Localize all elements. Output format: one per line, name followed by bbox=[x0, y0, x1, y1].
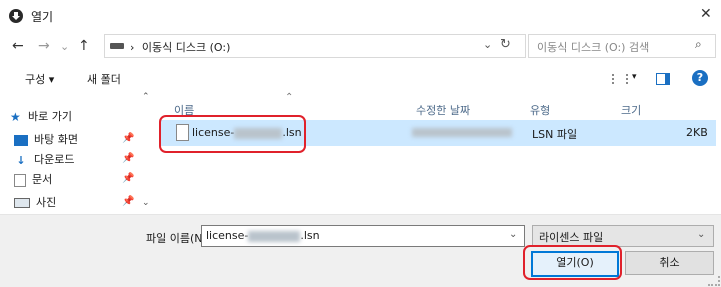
address-dropdown-icon[interactable]: ⌄ bbox=[483, 38, 492, 51]
filetype-value: 라이센스 파일 bbox=[539, 231, 604, 244]
filename-value: license- .lsn bbox=[206, 229, 320, 242]
desktop-icon bbox=[14, 134, 28, 146]
sidebar-item-label: 사진 bbox=[36, 196, 57, 209]
redacted-date bbox=[412, 128, 512, 137]
download-icon: ↓ bbox=[16, 153, 26, 167]
breadcrumb[interactable]: › 이동식 디스크 (O:) bbox=[130, 39, 230, 55]
pin-icon[interactable]: 📌 bbox=[122, 196, 134, 207]
sidebar-item-label: 다운로드 bbox=[34, 153, 75, 166]
up-arrow-icon[interactable]: ↑ bbox=[78, 38, 90, 54]
sidebar-item-quick-access[interactable]: ★ 바로 가기 bbox=[10, 107, 72, 127]
search-placeholder: 이동식 디스크 (O:) 검색 bbox=[537, 41, 650, 54]
star-icon: ★ bbox=[10, 109, 21, 124]
search-icon[interactable]: ⌕ bbox=[695, 37, 702, 52]
sidebar-item-downloads[interactable]: ↓ 다운로드 bbox=[14, 150, 74, 170]
sidebar-item-label: 문서 bbox=[32, 173, 53, 186]
redacted-text bbox=[248, 230, 301, 242]
pin-icon[interactable]: 📌 bbox=[122, 173, 134, 184]
recent-locations-icon[interactable]: ⌄ bbox=[60, 40, 69, 53]
sort-ascending-icon: ⌃ bbox=[285, 92, 294, 103]
file-type: LSN 파일 bbox=[532, 128, 578, 141]
organize-button[interactable]: 구성 ▾ bbox=[25, 71, 54, 87]
breadcrumb-location[interactable]: 이동식 디스크 (O:) bbox=[142, 41, 230, 54]
sidebar-item-pictures[interactable]: 사진 bbox=[14, 193, 56, 213]
highlight-file bbox=[159, 115, 306, 153]
file-list: 이름 ⌃ 수정한 날짜 유형 크기 bbox=[152, 92, 721, 214]
drive-icon bbox=[110, 43, 124, 49]
scroll-down-icon[interactable]: ⌄ bbox=[142, 198, 150, 208]
breadcrumb-separator: › bbox=[130, 41, 135, 54]
back-arrow-icon[interactable]: ← bbox=[12, 38, 24, 54]
forward-arrow-icon[interactable]: → bbox=[38, 38, 50, 54]
new-folder-button[interactable]: 새 폴더 bbox=[87, 71, 121, 87]
chevron-down-icon[interactable]: ⌄ bbox=[697, 229, 705, 240]
address-bar[interactable]: › 이동식 디스크 (O:) ⌄ ↻ bbox=[104, 34, 526, 58]
pin-icon[interactable]: 📌 bbox=[122, 153, 134, 164]
help-icon[interactable]: ? bbox=[692, 70, 708, 86]
filename-input[interactable]: license- .lsn ⌄ bbox=[201, 225, 525, 247]
column-header-modified[interactable]: 수정한 날짜 bbox=[416, 102, 470, 118]
title-bar: 열기 ✕ bbox=[0, 0, 721, 32]
document-icon bbox=[14, 173, 26, 187]
search-input[interactable]: 이동식 디스크 (O:) 검색 ⌕ bbox=[528, 34, 716, 58]
sidebar-item-desktop[interactable]: 바탕 화면 bbox=[14, 130, 78, 150]
window-title: 열기 bbox=[31, 10, 54, 24]
sidebar-item-label: 바탕 화면 bbox=[34, 133, 78, 146]
scroll-up-icon[interactable]: ⌃ bbox=[142, 92, 150, 102]
filetype-select[interactable]: 라이센스 파일 ⌄ bbox=[532, 225, 714, 247]
cancel-button[interactable]: 취소 bbox=[625, 251, 714, 275]
pin-icon[interactable]: 📌 bbox=[122, 133, 134, 144]
column-header-type[interactable]: 유형 bbox=[530, 102, 550, 118]
filename-prefix: license- bbox=[206, 229, 249, 242]
chevron-down-icon[interactable]: ⌄ bbox=[509, 229, 517, 240]
view-dropdown-icon[interactable]: ▾ bbox=[632, 72, 637, 82]
refresh-icon[interactable]: ↻ bbox=[500, 37, 511, 52]
preview-pane-icon[interactable] bbox=[656, 73, 670, 85]
file-size: 2KB bbox=[686, 126, 708, 139]
highlight-open-button bbox=[523, 245, 622, 280]
sidebar-item-label: 바로 가기 bbox=[28, 110, 72, 123]
pictures-icon bbox=[14, 198, 30, 208]
view-options-icon[interactable] bbox=[612, 74, 628, 84]
app-download-icon bbox=[9, 9, 23, 23]
close-icon[interactable]: ✕ bbox=[700, 6, 712, 22]
sidebar-item-documents[interactable]: 문서 bbox=[14, 170, 52, 190]
filename-suffix: .lsn bbox=[300, 229, 320, 242]
resize-grip-icon[interactable] bbox=[708, 276, 720, 286]
column-header-size[interactable]: 크기 bbox=[621, 102, 641, 118]
